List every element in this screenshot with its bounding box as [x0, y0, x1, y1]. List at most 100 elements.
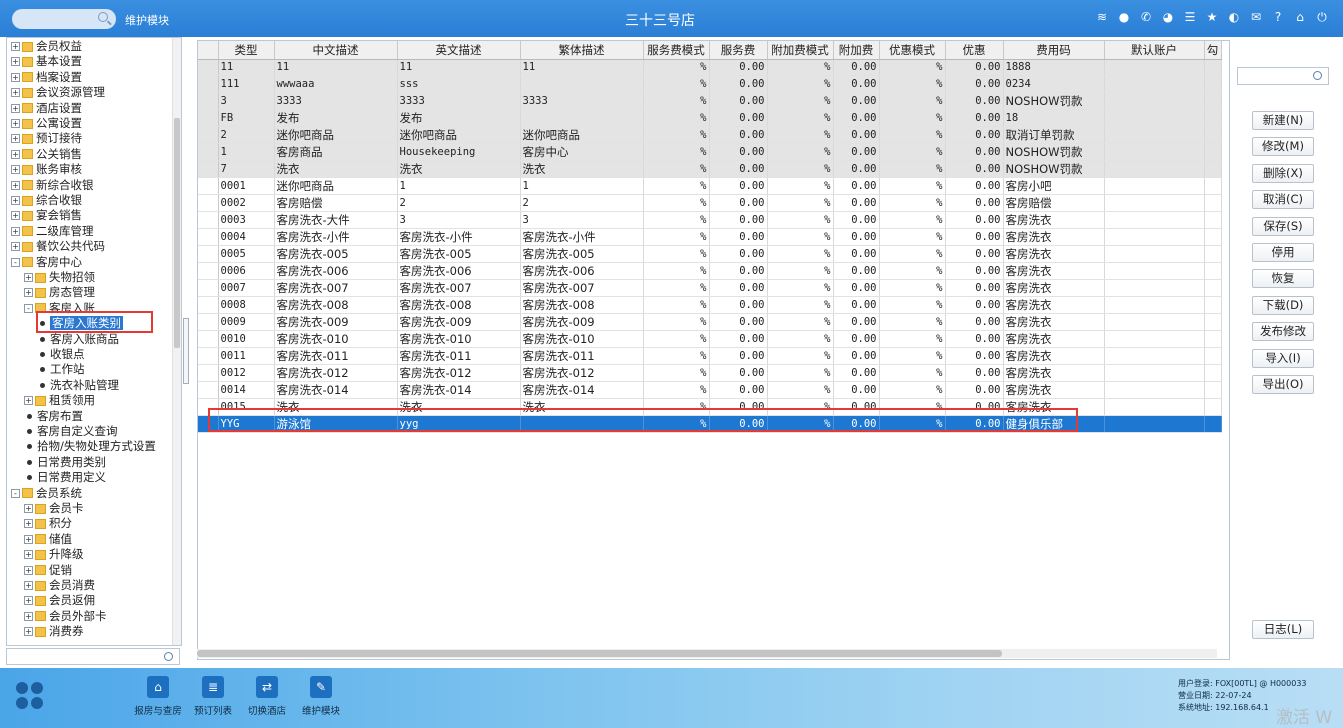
row-header[interactable] — [198, 92, 219, 110]
table-row[interactable]: 2 迷你吧商品 迷你吧商品 迷你吧商品% 0.00% 0.00% 0.00 取消订单罚款 — [198, 126, 1222, 144]
table-cell[interactable] — [520, 109, 644, 127]
publish-edit-button[interactable]: 发布修改 — [1252, 322, 1314, 342]
table-cell[interactable]: 0.00 — [833, 347, 880, 365]
table-cell[interactable]: sss — [397, 75, 521, 93]
table-cell[interactable]: 3 — [218, 92, 275, 110]
table-cell[interactable]: 0.00 — [833, 245, 880, 263]
row-header[interactable] — [198, 347, 219, 365]
table-cell[interactable]: % — [879, 296, 946, 314]
table-cell[interactable]: 迷你吧商品 — [274, 126, 398, 144]
table-row[interactable]: 0010 客房洗衣-010 客房洗衣-010 客房洗衣-010% 0.00% 0.00% 0… — [198, 330, 1222, 348]
expand-icon[interactable]: + — [11, 165, 20, 175]
table-cell[interactable]: 0.00 — [709, 262, 768, 280]
tree-item[interactable]: + 预订接待 — [11, 131, 82, 146]
table-cell[interactable] — [1204, 398, 1222, 416]
table-cell[interactable]: % — [879, 160, 946, 178]
table-cell[interactable]: 0.00 — [945, 177, 1004, 195]
table-cell[interactable]: % — [643, 330, 710, 348]
search-icon[interactable] — [1313, 71, 1322, 80]
row-header[interactable] — [198, 126, 219, 144]
expand-icon[interactable]: + — [11, 57, 20, 67]
table-cell[interactable]: % — [767, 194, 834, 212]
table-cell[interactable]: 0.00 — [709, 313, 768, 331]
table-cell[interactable]: 0.00 — [709, 109, 768, 127]
table-cell[interactable]: % — [879, 330, 946, 348]
column-header[interactable]: 默认账户 — [1104, 41, 1205, 60]
grid-horizontal-scrollbar[interactable] — [197, 649, 1217, 658]
expand-icon[interactable]: + — [11, 226, 20, 236]
table-cell[interactable]: 客房洗衣-007 — [274, 279, 398, 297]
table-cell[interactable]: 11 — [520, 59, 644, 77]
expand-icon[interactable]: + — [24, 273, 33, 282]
table-cell[interactable]: 0.00 — [833, 109, 880, 127]
tree-item[interactable]: 洗衣补贴管理 — [37, 378, 119, 393]
table-cell[interactable]: 洗衣 — [397, 160, 521, 178]
table-cell[interactable]: 0.00 — [709, 330, 768, 348]
column-header[interactable]: 优惠 — [945, 41, 1004, 60]
table-cell[interactable]: % — [643, 126, 710, 144]
table-cell[interactable]: 客房洗衣 — [1003, 381, 1105, 399]
table-cell[interactable]: 7 — [218, 160, 275, 178]
table-cell[interactable] — [1204, 279, 1222, 297]
row-header[interactable] — [198, 381, 219, 399]
table-cell[interactable]: 客房洗衣-008 — [520, 296, 644, 314]
table-cell[interactable]: 11 — [397, 59, 521, 77]
table-cell[interactable]: 客房洗衣-小件 — [274, 228, 398, 246]
tree-item[interactable]: 收银点 — [37, 347, 85, 362]
table-cell[interactable]: % — [879, 381, 946, 399]
table-row[interactable]: 111 wwwaaa sss% 0.00% 0.00% 0.00 0234 — [198, 75, 1222, 93]
table-cell[interactable]: 客房洗衣-011 — [520, 347, 644, 365]
table-cell[interactable] — [1104, 194, 1205, 212]
table-cell[interactable]: % — [643, 262, 710, 280]
column-header[interactable]: 优惠模式 — [879, 41, 946, 60]
table-cell[interactable] — [1204, 245, 1222, 263]
table-cell[interactable]: % — [643, 245, 710, 263]
expand-icon[interactable]: + — [24, 550, 33, 560]
table-cell[interactable] — [1204, 381, 1222, 399]
expand-icon[interactable]: + — [11, 88, 20, 98]
table-cell[interactable]: 0.00 — [945, 59, 1004, 77]
table-cell[interactable]: 客房洗衣-009 — [274, 313, 398, 331]
table-cell[interactable]: % — [643, 211, 710, 229]
tree-item[interactable]: + 失物招领 — [24, 270, 95, 285]
table-cell[interactable]: 0.00 — [833, 59, 880, 77]
tree-item[interactable]: + 公寓设置 — [11, 116, 82, 131]
table-cell[interactable]: 客房小吧 — [1003, 177, 1105, 195]
table-cell[interactable]: 取消订单罚款 — [1003, 126, 1105, 144]
table-cell[interactable]: % — [643, 313, 710, 331]
tree-item[interactable]: + 餐饮公共代码 — [11, 239, 105, 254]
table-cell[interactable]: 客房洗衣 — [1003, 347, 1105, 365]
column-header[interactable]: 英文描述 — [397, 41, 521, 60]
table-cell[interactable]: % — [879, 211, 946, 229]
table-cell[interactable]: 0.00 — [833, 364, 880, 382]
table-cell[interactable]: 0010 — [218, 330, 275, 348]
table-cell[interactable]: 11 — [218, 59, 275, 77]
table-cell[interactable]: 客房洗衣 — [1003, 262, 1105, 280]
table-cell[interactable]: % — [767, 160, 834, 178]
table-row[interactable]: 1 客房商品 Housekeeping 客房中心% 0.00% 0.00% 0.00 NOSH… — [198, 143, 1222, 161]
row-header[interactable] — [198, 59, 219, 77]
table-cell[interactable] — [1204, 347, 1222, 365]
tree-item[interactable]: - 会员系统 — [11, 486, 82, 501]
table-cell[interactable]: % — [767, 211, 834, 229]
palette-icon[interactable]: ◕◕ — [1161, 10, 1175, 24]
table-cell[interactable]: % — [643, 296, 710, 314]
table-cell[interactable]: % — [643, 194, 710, 212]
tree-search-input[interactable] — [6, 648, 180, 665]
tree-item[interactable]: 工作站 — [37, 362, 85, 377]
table-cell[interactable]: 0.00 — [833, 381, 880, 399]
tree-item[interactable]: + 账务审核 — [11, 162, 82, 177]
expand-icon[interactable]: + — [24, 581, 33, 590]
table-cell[interactable]: 客房洗衣 — [1003, 330, 1105, 348]
table-cell[interactable] — [1104, 75, 1205, 93]
table-cell[interactable]: 客房洗衣 — [1003, 245, 1105, 263]
panel-splitter[interactable] — [183, 318, 189, 384]
table-cell[interactable]: % — [879, 143, 946, 161]
table-cell[interactable]: % — [767, 296, 834, 314]
table-cell[interactable]: % — [879, 313, 946, 331]
table-cell[interactable]: NOSHOW罚款 — [1003, 143, 1105, 161]
table-cell[interactable]: 0.00 — [833, 194, 880, 212]
table-row[interactable]: 0006 客房洗衣-006 客房洗衣-006 客房洗衣-006% 0.00% 0.00% 0… — [198, 262, 1222, 280]
table-cell[interactable]: 0.00 — [945, 364, 1004, 382]
restore-button[interactable]: 恢复 — [1252, 269, 1314, 289]
